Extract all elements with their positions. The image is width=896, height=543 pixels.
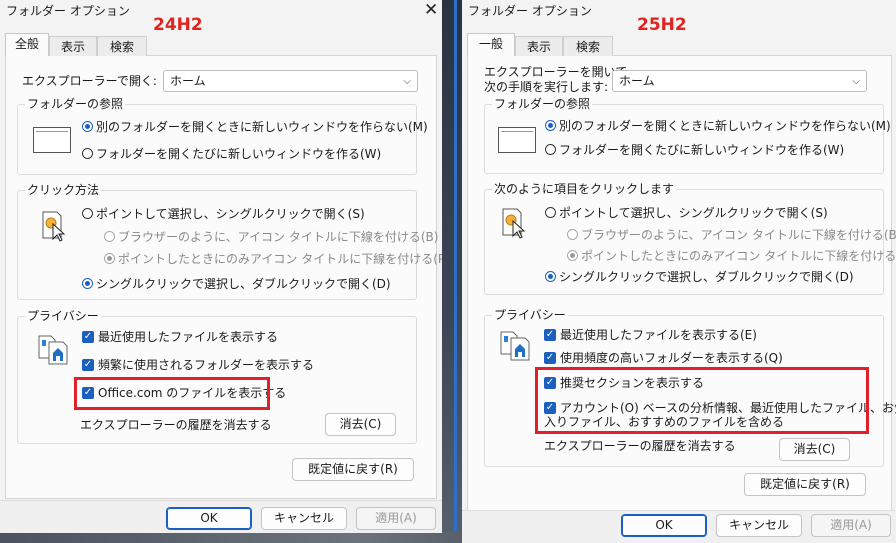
click-method-legend: 次のように項目をクリックします [492,182,677,196]
browse-folders-group [484,104,884,174]
tab-search[interactable]: 検索 [563,36,613,56]
tab-view[interactable]: 表示 [515,36,563,56]
radio-single-click-label: ポイントして選択し、シングルクリックで開く(S) [559,206,828,220]
checkbox-frequent-folders[interactable]: ✓ [82,359,94,371]
checkbox-frequent-folders-label: 頻繁に使用されるフォルダーを表示する [98,358,315,372]
folder-options-dialog-24h2: フォルダー オプション 24H2 ✕ 全般 表示 検索 エクスプローラーで開く:… [0,0,442,533]
radio-new-window[interactable] [545,144,556,155]
highlight-box [74,377,270,410]
radio-single-click-label: ポイントして選択し、シングルクリックで開く(S) [96,207,365,221]
radio-underline-hover[interactable] [104,253,115,264]
cancel-button[interactable]: キャンセル [261,507,347,530]
apply-button[interactable]: 適用(A) [356,507,436,530]
radio-double-click-label: シングルクリックで選択し、ダブルクリックで開く(D) [559,270,854,284]
close-icon[interactable]: ✕ [424,2,438,19]
restore-defaults-button[interactable]: 既定値に戻す(R) [292,458,414,481]
clear-history-button[interactable]: 消去(C) [325,413,396,436]
folder-options-dialog-25h2: フォルダー オプション 25H2 一般 表示 検索 エクスプローラーを開いて、 … [462,0,896,543]
checkbox-frequent-folders[interactable]: ✓ [544,352,556,364]
folder-window-icon [33,127,71,153]
clear-history-label: エクスプローラーの履歴を消去する [544,439,736,453]
radio-single-click[interactable] [82,208,93,219]
ok-button[interactable]: OK [166,507,252,530]
chevron-down-icon: ⌵ [403,76,411,87]
radio-single-click[interactable] [545,207,556,218]
cursor-click-icon [502,208,526,239]
folder-window-icon [498,127,536,153]
restore-defaults-button[interactable]: 既定値に戻す(R) [744,473,866,496]
open-explorer-select[interactable]: ホーム ⌵ [612,70,867,92]
window-edge [454,0,457,543]
open-explorer-select[interactable]: ホーム ⌵ [163,70,418,92]
radio-new-window-label: フォルダーを開くたびに新しいウィンドウを作る(W) [96,147,382,161]
open-explorer-label-line2: 次の手順を実行します: [484,80,609,94]
radio-underline-hover-label: ポイントしたときにのみアイコン タイトルに下線を付ける(P) [118,252,442,266]
tab-general[interactable]: 一般 [467,33,515,56]
cancel-button[interactable]: キャンセル [716,514,802,537]
radio-new-window-label: フォルダーを開くたびに新しいウィンドウを作る(W) [559,143,845,157]
apply-button[interactable]: 適用(A) [811,514,891,537]
radio-same-window-label: 別のフォルダーを開くときに新しいウィンドウを作らない(M) [559,119,891,133]
open-explorer-value: ホーム [619,74,655,88]
tab-view[interactable]: 表示 [49,36,97,56]
radio-underline-always[interactable] [567,229,578,240]
privacy-legend: プライバシー [25,309,101,323]
chevron-down-icon: ⌵ [852,76,860,87]
radio-underline-always[interactable] [104,231,115,242]
radio-same-window[interactable] [545,120,556,131]
radio-new-window[interactable] [82,148,93,159]
radio-underline-always-label: ブラウザーのように、アイコン タイトルに下線を付ける(B) [581,228,896,242]
radio-underline-hover-label: ポイントしたときにのみアイコン タイトルに下線を付ける(P) [581,249,896,263]
tab-search[interactable]: 検索 [97,36,147,56]
radio-underline-hover[interactable] [567,250,578,261]
open-explorer-label: エクスプローラーで開く: [22,74,157,88]
radio-same-window-label: 別のフォルダーを開くときに新しいウィンドウを作らない(M) [96,120,428,134]
checkbox-frequent-folders-label: 使用頻度の高いフォルダーを表示する(Q) [560,351,783,365]
radio-double-click-label: シングルクリックで選択し、ダブルクリックで開く(D) [96,277,391,291]
radio-underline-always-label: ブラウザーのように、アイコン タイトルに下線を付ける(B) [118,230,439,244]
version-label: 25H2 [637,15,687,35]
clear-history-button[interactable]: 消去(C) [779,438,850,461]
checkbox-recent-files[interactable]: ✓ [544,329,556,341]
checkbox-recent-files-label: 最近使用したファイルを表示する(E) [560,328,757,342]
browse-folders-legend: フォルダーの参照 [25,97,126,111]
highlight-box [535,367,869,434]
tab-general[interactable]: 全般 [5,33,49,56]
cursor-click-icon [42,211,66,242]
window-title: フォルダー オプション [6,4,130,18]
clear-history-label: エクスプローラーの履歴を消去する [80,418,272,432]
screenshot-composite: フォルダー オプション 24H2 ✕ 全般 表示 検索 エクスプローラーで開く:… [0,0,896,543]
click-method-legend: クリック方法 [25,183,102,197]
browse-folders-legend: フォルダーの参照 [492,97,593,111]
open-explorer-value: ホーム [170,74,206,88]
browse-folders-group [17,104,417,175]
radio-same-window[interactable] [82,121,93,132]
privacy-legend: プライバシー [492,308,568,322]
window-title: フォルダー オプション [468,4,592,18]
radio-double-click[interactable] [82,278,93,289]
checkbox-recent-files-label: 最近使用したファイルを表示する [98,330,279,344]
privacy-documents-icon [500,331,530,361]
radio-double-click[interactable] [545,271,556,282]
ok-button[interactable]: OK [621,514,707,537]
privacy-documents-icon [38,335,68,365]
checkbox-recent-files[interactable]: ✓ [82,331,94,343]
version-label: 24H2 [153,15,203,35]
